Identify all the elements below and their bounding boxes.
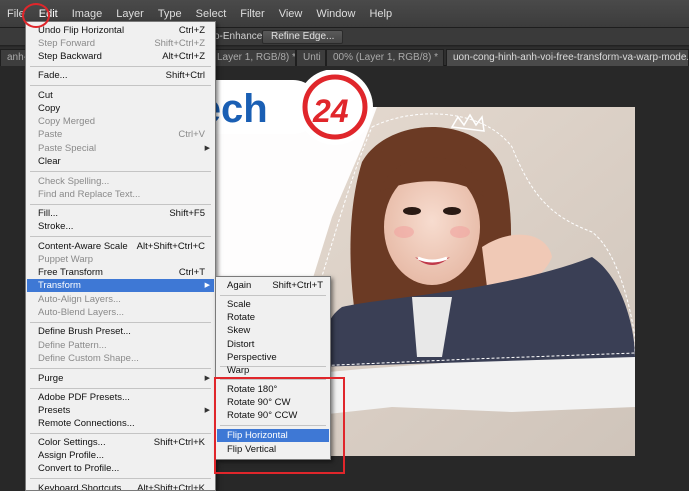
auto-enhance-label[interactable]: o-Enhance bbox=[214, 30, 262, 44]
menu-item-convert-to-profile[interactable]: Convert to Profile... bbox=[27, 462, 214, 475]
photoshop-window: { "menubar": { "items": ["File", "Edit",… bbox=[0, 0, 689, 491]
menu-separator bbox=[30, 368, 211, 369]
menu-item-copy-merged[interactable]: Copy Merged bbox=[27, 115, 214, 128]
menu-item-free-transform[interactable]: Free Transform Ctrl+T bbox=[27, 266, 214, 279]
menu-item-step-backward[interactable]: Step Backward Alt+Ctrl+Z bbox=[27, 50, 214, 63]
menu-item-paste[interactable]: Paste Ctrl+V bbox=[27, 128, 214, 141]
menu-item-perspective[interactable]: Perspective bbox=[217, 351, 329, 364]
menu-item-assign-profile[interactable]: Assign Profile... bbox=[27, 449, 214, 462]
menu-separator bbox=[30, 204, 211, 205]
submenu-arrow-icon: ▶ bbox=[204, 375, 210, 382]
menu-item-find-replace[interactable]: Find and Replace Text... bbox=[27, 188, 214, 201]
menu-item-skew[interactable]: Skew bbox=[217, 324, 329, 337]
document-tab-active[interactable]: uon-cong-hinh-anh-voi-free-transform-va-… bbox=[446, 49, 689, 66]
logo-badge-text: 24 bbox=[312, 93, 349, 129]
menu-item-stroke[interactable]: Stroke... bbox=[27, 220, 214, 233]
menu-separator bbox=[30, 171, 211, 172]
document-tab[interactable]: anh-de bbox=[0, 49, 28, 66]
submenu-arrow-icon: ▶ bbox=[204, 407, 210, 414]
menu-item-auto-align-layers[interactable]: Auto-Align Layers... bbox=[27, 293, 214, 306]
tab-label: Unti bbox=[303, 52, 321, 63]
menu-item-paste-special[interactable]: Paste Special ▶ bbox=[27, 142, 214, 155]
submenu-arrow-icon: ▶ bbox=[204, 145, 210, 152]
document-tab[interactable]: Layer 1, RGB/8) * bbox=[210, 49, 296, 66]
menu-item-content-aware-scale[interactable]: Content-Aware Scale Alt+Shift+Ctrl+C bbox=[27, 240, 214, 253]
document-tab[interactable]: 00% (Layer 1, RGB/8) * × bbox=[326, 49, 444, 66]
menu-item-undo[interactable]: Undo Flip Horizontal Ctrl+Z bbox=[27, 24, 214, 37]
menu-item-scale[interactable]: Scale bbox=[217, 298, 329, 311]
menu-separator bbox=[30, 388, 211, 389]
menu-separator bbox=[30, 478, 211, 479]
menu-item-puppet-warp[interactable]: Puppet Warp bbox=[27, 253, 214, 266]
menu-item-presets[interactable]: Presets ▶ bbox=[27, 404, 214, 417]
menu-separator bbox=[220, 295, 326, 296]
document-tab[interactable]: Unti bbox=[296, 49, 326, 66]
tab-label: 00% (Layer 1, RGB/8) * bbox=[333, 52, 439, 63]
menu-item-define-brush-preset[interactable]: Define Brush Preset... bbox=[27, 325, 214, 338]
menu-item-rotate[interactable]: Rotate bbox=[217, 311, 329, 324]
menu-separator bbox=[30, 66, 211, 67]
menu-item-warp[interactable]: Warp bbox=[217, 364, 329, 377]
menu-item-keyboard-shortcuts[interactable]: Keyboard Shortcuts... Alt+Shift+Ctrl+K bbox=[27, 482, 214, 490]
menu-item-fade[interactable]: Fade... Shift+Ctrl bbox=[27, 69, 214, 82]
menu-view[interactable]: View bbox=[272, 0, 310, 28]
menu-item-auto-blend-layers[interactable]: Auto-Blend Layers... bbox=[27, 306, 214, 319]
menu-item-distort[interactable]: Distort bbox=[217, 338, 329, 351]
menu-separator bbox=[30, 236, 211, 237]
menu-item-define-custom-shape[interactable]: Define Custom Shape... bbox=[27, 352, 214, 365]
menu-item-transform[interactable]: Transform ▶ bbox=[27, 279, 214, 292]
refine-edge-button[interactable]: Refine Edge... bbox=[262, 30, 344, 44]
menu-item-adobe-pdf-presets[interactable]: Adobe PDF Presets... bbox=[27, 391, 214, 404]
menu-item-fill[interactable]: Fill... Shift+F5 bbox=[27, 207, 214, 220]
menu-item-check-spelling[interactable]: Check Spelling... bbox=[27, 175, 214, 188]
menu-help[interactable]: Help bbox=[362, 0, 399, 28]
menu-item-remote-connections[interactable]: Remote Connections... bbox=[27, 417, 214, 430]
menu-item-color-settings[interactable]: Color Settings... Shift+Ctrl+K bbox=[27, 436, 214, 449]
menu-item-copy[interactable]: Copy bbox=[27, 102, 214, 115]
submenu-arrow-icon: ▶ bbox=[204, 282, 210, 289]
menu-item-again[interactable]: Again Shift+Ctrl+T bbox=[217, 279, 329, 292]
menu-item-step-forward[interactable]: Step Forward Shift+Ctrl+Z bbox=[27, 37, 214, 50]
menu-item-purge[interactable]: Purge ▶ bbox=[27, 372, 214, 385]
tab-label: Layer 1, RGB/8) * bbox=[217, 52, 296, 63]
annotation-circle bbox=[22, 3, 50, 28]
menu-item-clear[interactable]: Clear bbox=[27, 155, 214, 168]
close-icon[interactable]: × bbox=[443, 52, 444, 63]
annotation-box bbox=[214, 377, 345, 474]
tab-label: uon-cong-hinh-anh-voi-free-transform-va-… bbox=[453, 52, 689, 63]
menu-window[interactable]: Window bbox=[309, 0, 362, 28]
menu-item-define-pattern[interactable]: Define Pattern... bbox=[27, 339, 214, 352]
menu-filter[interactable]: Filter bbox=[233, 0, 271, 28]
menu-separator bbox=[30, 433, 211, 434]
menu-item-cut[interactable]: Cut bbox=[27, 89, 214, 102]
menu-separator bbox=[30, 85, 211, 86]
edit-menu-dropdown: Undo Flip Horizontal Ctrl+Z Step Forward S… bbox=[25, 21, 216, 491]
menu-separator bbox=[30, 322, 211, 323]
